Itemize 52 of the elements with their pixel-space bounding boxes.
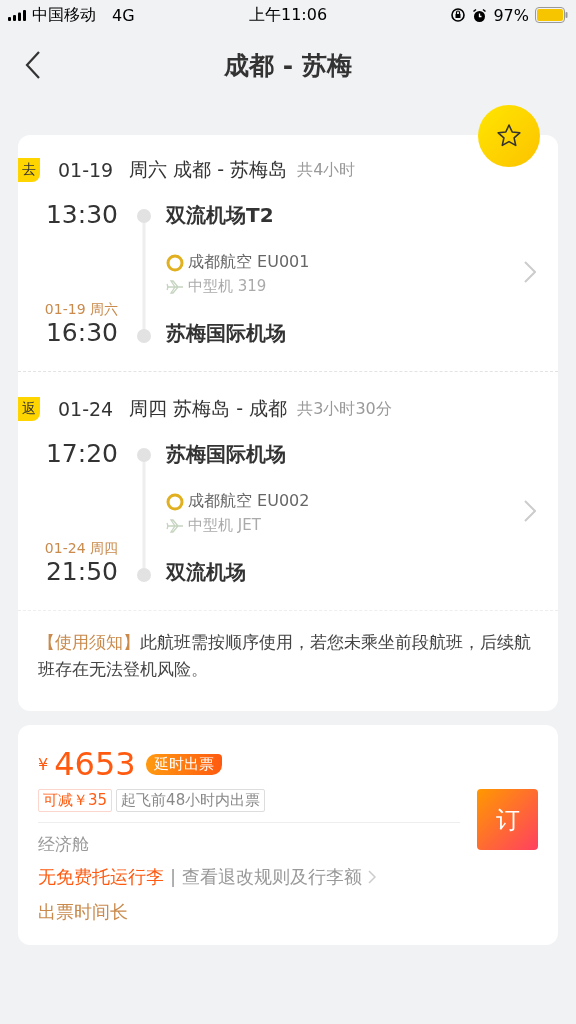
battery-icon [535,7,568,23]
star-icon [496,123,522,149]
discount-tag: 可减￥35 [38,789,113,812]
ticketing-time-note: 出票时间长 [38,900,129,924]
signal-icon [8,9,26,21]
delayed-ticketing-badge: 延时出票 [145,753,222,775]
chevron-right-icon [524,500,536,522]
arrival-date: 01-19 周六 [44,301,118,319]
leg-duration: 共3小时30分 [297,398,392,420]
leg-duration: 共4小时 [297,159,356,181]
aircraft-type: 中型机 JET [188,516,261,535]
alarm-icon [472,7,488,23]
arrival-time: 21:50 [45,558,118,586]
departure-time: 17:20 [45,440,118,468]
arrival-airport: 双流机场 [166,559,247,586]
clock: 上午11:06 [248,4,328,26]
leg-tag: 返 [18,397,40,421]
arrival-time: 16:30 [45,319,118,347]
currency-symbol: ¥ [38,754,49,774]
rotation-lock-icon [450,7,467,23]
airline-flight: 成都航空 EU001 [188,252,310,273]
plane-icon [166,279,184,294]
airline-flight: 成都航空 EU002 [188,491,310,512]
arrival-airport: 苏梅国际机场 [166,320,287,347]
baggage-note: 无免费托运行李 [38,865,164,889]
flight-details[interactable]: 17:20 01-24 周四 21:50 苏梅国际机场 成都航空 EU002 中型机 JET 双流机场 [18,436,558,586]
network-type: 4G [112,5,135,25]
page-title: 成都 - 苏梅 [224,49,352,82]
flight-details[interactable]: 13:30 01-19 周六 16:30 双流机场T2 成都航空 EU001 中型机 319 苏梅国际机场 [18,197,558,347]
departure-airport: 双流机场T2 [166,202,275,229]
arrival-date: 01-24 周四 [44,540,118,558]
chevron-right-icon [524,261,536,283]
carrier-name: 中国移动 [32,4,96,26]
usage-notice: 【使用须知】此航班需按顺序使用，若您未乘坐前段航班，后续航班存在无法登机风险。 [18,610,558,711]
leg-route: 周四 苏梅岛 - 成都 [129,396,288,421]
back-icon[interactable] [25,51,41,79]
cabin-class: 经济舱 [38,833,90,856]
leg-route: 周六 成都 - 苏梅岛 [129,157,288,182]
ticketing-tag: 起飞前48小时内出票 [116,789,266,812]
plane-icon [166,518,184,533]
leg-tag: 去 [18,158,40,182]
departure-airport: 苏梅国际机场 [166,441,287,468]
airline-logo-icon [166,492,184,511]
airline-logo-icon [166,253,184,272]
battery-percent: 97% [493,5,529,25]
chevron-right-icon [368,870,377,884]
leg-date: 01-19 [58,159,114,181]
separator: | [170,865,177,889]
aircraft-type: 中型机 319 [188,277,267,296]
leg-date: 01-24 [58,398,114,420]
departure-time: 13:30 [45,201,118,229]
price: 4653 [54,745,136,783]
